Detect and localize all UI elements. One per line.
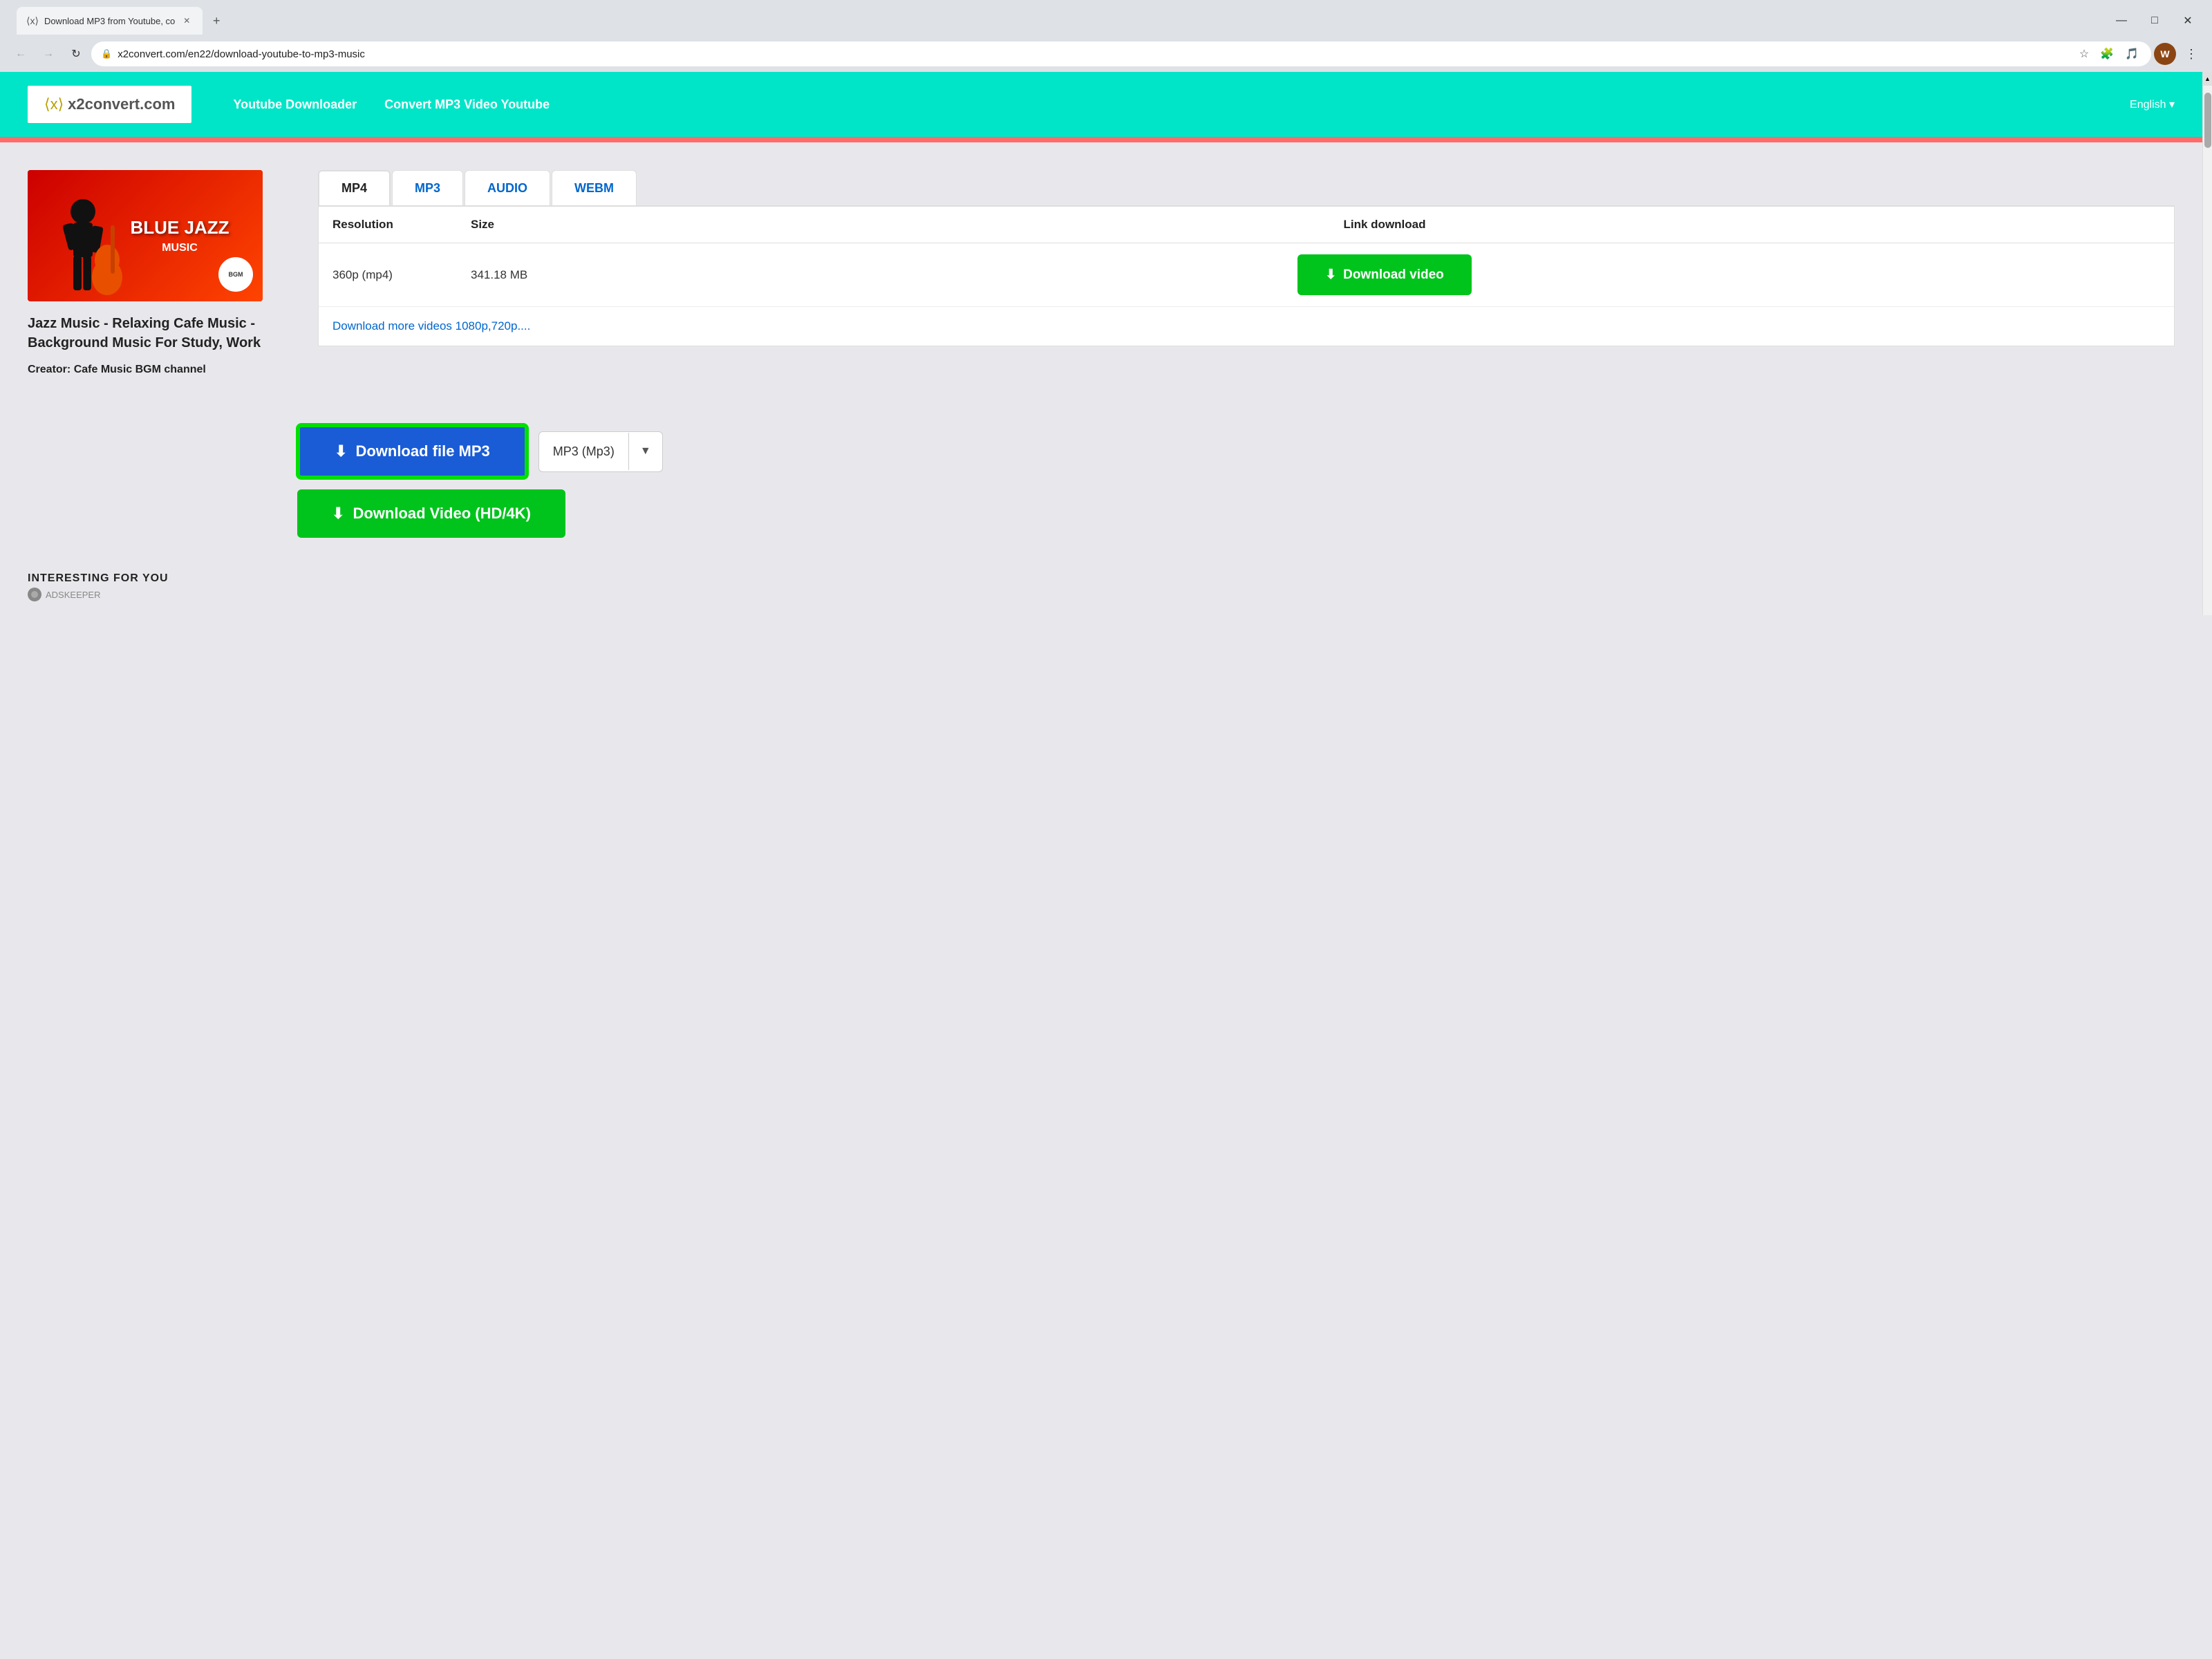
url-text: x2convert.com/en22/download-youtube-to-m… bbox=[118, 48, 2071, 60]
table-header: Resolution Size Link download bbox=[319, 207, 2174, 243]
thumbnail-title: BLUE JAZZ bbox=[131, 217, 229, 238]
video-info-section: BLUE JAZZ MUSIC BGM Jazz Music - Relaxin… bbox=[28, 170, 290, 376]
creator-name: Cafe Music BGM channel bbox=[74, 364, 206, 375]
video-thumbnail: BLUE JAZZ MUSIC BGM bbox=[28, 170, 263, 301]
nav-youtube-downloader[interactable]: Youtube Downloader bbox=[233, 97, 357, 112]
interesting-label: INTERESTING FOR YOU bbox=[28, 572, 2175, 585]
tab-favicon: ⟨x⟩ bbox=[26, 15, 39, 27]
format-dropdown[interactable]: MP3 (Mp3) ▼ bbox=[538, 431, 663, 472]
menu-button[interactable]: ⋮ bbox=[2179, 41, 2204, 66]
scrollbar-thumb[interactable] bbox=[2204, 93, 2211, 148]
col-header-resolution: Resolution bbox=[332, 218, 471, 232]
header-accent-bar bbox=[0, 137, 2202, 142]
forward-button[interactable]: → bbox=[36, 41, 61, 66]
new-tab-button[interactable]: + bbox=[205, 10, 227, 32]
dropdown-arrow-icon[interactable]: ▼ bbox=[628, 433, 662, 470]
address-bar: ← → ↻ 🔒 x2convert.com/en22/download-yout… bbox=[0, 36, 2212, 72]
tab-mp4[interactable]: MP4 bbox=[318, 170, 391, 205]
bookmark-icon[interactable]: ☆ bbox=[2077, 46, 2092, 62]
download-hd-button[interactable]: ⬇ Download Video (HD/4K) bbox=[297, 489, 565, 538]
active-tab[interactable]: ⟨x⟩ Download MP3 from Youtube, co ✕ bbox=[17, 7, 203, 35]
col-header-size: Size bbox=[471, 218, 609, 232]
tab-close-button[interactable]: ✕ bbox=[180, 15, 193, 27]
tabs-bar: ⟨x⟩ Download MP3 from Youtube, co ✕ + bbox=[8, 7, 2106, 35]
download-hd-label: Download Video (HD/4K) bbox=[353, 505, 531, 523]
title-bar: ⟨x⟩ Download MP3 from Youtube, co ✕ + — … bbox=[0, 0, 2212, 36]
language-selector[interactable]: English ▾ bbox=[2130, 97, 2175, 111]
format-label-text: MP3 (Mp3) bbox=[539, 432, 628, 471]
cast-icon[interactable]: 🎵 bbox=[2122, 46, 2141, 62]
tab-mp3[interactable]: MP3 bbox=[392, 170, 463, 205]
download-mp3-label: Download file MP3 bbox=[355, 442, 489, 460]
musician-silhouette bbox=[41, 198, 124, 301]
thumbnail-inner: BLUE JAZZ MUSIC BGM bbox=[28, 170, 263, 301]
logo-icon: ⟨x⟩ bbox=[44, 95, 64, 113]
video-creator: Creator: Cafe Music BGM channel bbox=[28, 364, 290, 376]
adskeeper-icon bbox=[28, 588, 41, 601]
refresh-button[interactable]: ↻ bbox=[64, 41, 88, 66]
download-video-label: Download video bbox=[1343, 268, 1444, 283]
download-video-button[interactable]: ⬇ Download video bbox=[1297, 254, 1472, 295]
browser-chrome: ⟨x⟩ Download MP3 from Youtube, co ✕ + — … bbox=[0, 0, 2212, 72]
more-videos-link[interactable]: Download more videos 1080p,720p.... bbox=[319, 307, 2174, 346]
mp3-download-icon: ⬇ bbox=[335, 442, 347, 460]
profile-button[interactable]: W bbox=[2154, 43, 2176, 65]
download-link-cell: ⬇ Download video bbox=[609, 254, 2160, 295]
creator-label: Creator: bbox=[28, 364, 71, 375]
main-content: BLUE JAZZ MUSIC BGM Jazz Music - Relaxin… bbox=[0, 142, 2202, 404]
maximize-button[interactable]: □ bbox=[2139, 10, 2171, 32]
site-header: ⟨x⟩ x2convert.com Youtube Downloader Con… bbox=[0, 72, 2202, 142]
window-controls: — □ ✕ bbox=[2106, 10, 2204, 32]
nav-convert-mp3[interactable]: Convert MP3 Video Youtube bbox=[384, 97, 550, 112]
thumbnail-subtitle: MUSIC bbox=[131, 242, 229, 254]
scrollbar-up-button[interactable]: ▲ bbox=[2203, 72, 2212, 86]
url-bar[interactable]: 🔒 x2convert.com/en22/download-youtube-to… bbox=[91, 41, 2151, 66]
logo-text: x2convert.com bbox=[68, 95, 175, 113]
scrollbar-track: ▲ bbox=[2202, 72, 2212, 615]
table-row: 360p (mp4) 341.18 MB ⬇ Download video bbox=[319, 243, 2174, 307]
tab-title: Download MP3 from Youtube, co bbox=[44, 16, 175, 26]
hd-download-icon: ⬇ bbox=[332, 505, 344, 523]
format-tabs: MP4 MP3 AUDIO WEBM bbox=[318, 170, 2175, 207]
close-button[interactable]: ✕ bbox=[2172, 10, 2204, 32]
site-nav: Youtube Downloader Convert MP3 Video You… bbox=[233, 97, 550, 112]
bottom-download-area: ⬇ Download file MP3 MP3 (Mp3) ▼ ⬇ Downlo… bbox=[0, 404, 2202, 565]
mp3-download-row: ⬇ Download file MP3 MP3 (Mp3) ▼ bbox=[297, 424, 2175, 478]
adskeeper-svg bbox=[30, 590, 39, 599]
header-top: ⟨x⟩ x2convert.com Youtube Downloader Con… bbox=[0, 72, 2202, 137]
download-icon: ⬇ bbox=[1325, 267, 1336, 283]
tab-audio[interactable]: AUDIO bbox=[465, 170, 550, 205]
size-cell: 341.18 MB bbox=[471, 268, 609, 282]
download-table: Resolution Size Link download 360p (mp4)… bbox=[318, 207, 2175, 346]
adskeeper-badge: ADSKEEPER bbox=[28, 588, 2175, 601]
resolution-cell: 360p (mp4) bbox=[332, 268, 471, 282]
logo-area[interactable]: ⟨x⟩ x2convert.com bbox=[28, 86, 191, 123]
bgm-text: BGM bbox=[229, 271, 243, 279]
extensions-icon[interactable]: 🧩 bbox=[2097, 46, 2117, 62]
website-content: ⟨x⟩ x2convert.com Youtube Downloader Con… bbox=[0, 72, 2202, 615]
download-section: MP4 MP3 AUDIO WEBM Resolution Size Link … bbox=[318, 170, 2175, 346]
minimize-button[interactable]: — bbox=[2106, 10, 2137, 32]
adskeeper-text: ADSKEEPER bbox=[46, 590, 100, 600]
browser-content-wrapper: ⟨x⟩ x2convert.com Youtube Downloader Con… bbox=[0, 72, 2212, 615]
bgm-badge: BGM bbox=[218, 257, 253, 292]
download-mp3-button[interactable]: ⬇ Download file MP3 bbox=[297, 424, 527, 478]
col-header-link: Link download bbox=[609, 218, 2160, 232]
video-title: Jazz Music - Relaxing Cafe Music - Backg… bbox=[28, 314, 290, 353]
back-button[interactable]: ← bbox=[8, 41, 33, 66]
tab-webm[interactable]: WEBM bbox=[552, 170, 637, 205]
interesting-section: INTERESTING FOR YOU ADSKEEPER bbox=[0, 565, 2202, 615]
lock-icon: 🔒 bbox=[101, 48, 112, 59]
